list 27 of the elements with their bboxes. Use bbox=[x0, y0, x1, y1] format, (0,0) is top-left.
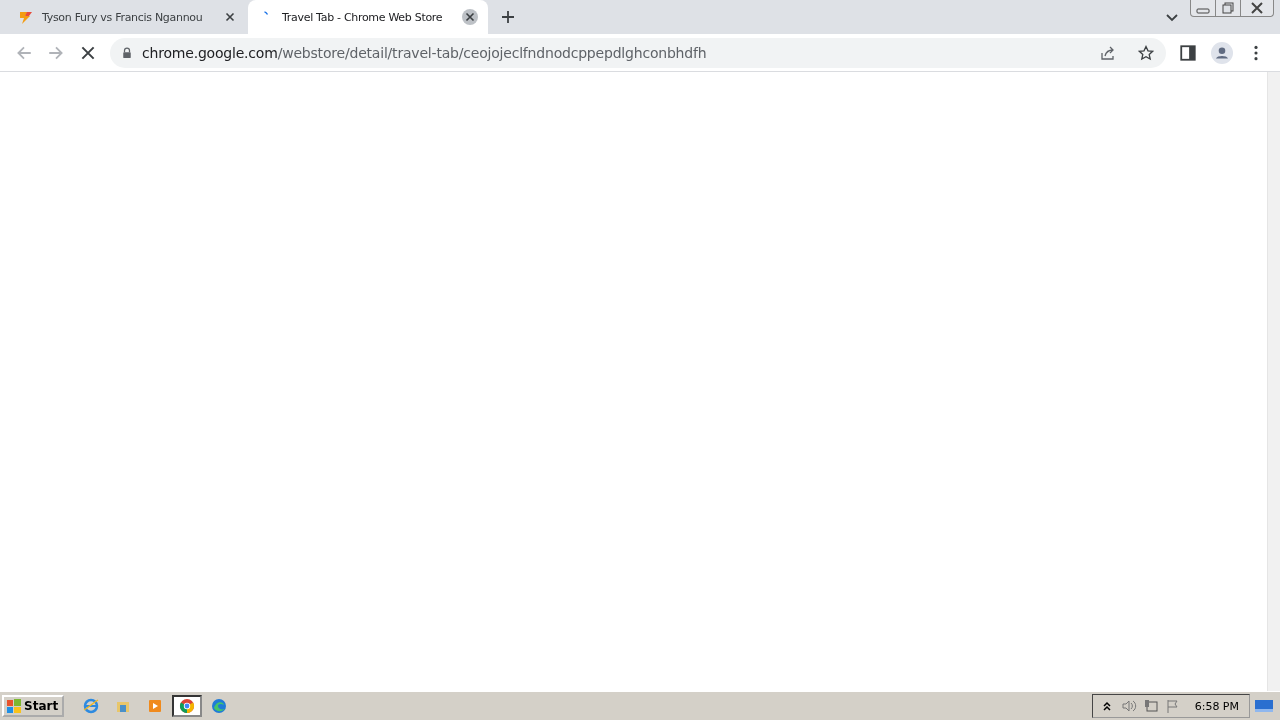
lock-icon bbox=[122, 46, 132, 59]
side-panel-icon[interactable] bbox=[1179, 43, 1197, 62]
clock: 6:58 PM bbox=[1194, 699, 1239, 713]
profile-avatar-icon[interactable] bbox=[1211, 41, 1233, 64]
edge-logo-icon bbox=[211, 698, 228, 714]
share-icon[interactable] bbox=[1100, 44, 1116, 61]
loading-spinner-icon bbox=[264, 11, 268, 15]
address-field[interactable]: chrome.google.com/webstore/detail/travel-tab/ceojojeclfndnodcppepdlghconbhdfh bbox=[110, 37, 1166, 68]
tab-title: Travel Tab - Chrome Web Store bbox=[282, 10, 444, 24]
browser-tab[interactable]: Travel Tab - Chrome Web Store bbox=[248, 0, 488, 34]
show-desktop-icon[interactable] bbox=[1254, 698, 1274, 714]
browser-tab[interactable]: Tyson Fury vs Francis Ngannou bbox=[8, 0, 248, 34]
windows-logo-icon bbox=[6, 698, 22, 714]
tab-title: Tyson Fury vs Francis Ngannou bbox=[42, 10, 204, 24]
start-button[interactable]: Start bbox=[2, 695, 65, 717]
scrollbar[interactable] bbox=[1267, 72, 1280, 691]
play-icon bbox=[147, 698, 164, 714]
star-icon[interactable] bbox=[1138, 44, 1154, 61]
site-logo-icon bbox=[18, 9, 34, 25]
taskbar-app[interactable] bbox=[172, 695, 203, 717]
network-icon[interactable] bbox=[1142, 698, 1159, 714]
browser-e-icon bbox=[83, 698, 100, 714]
url-text: chrome.google.com/webstore/detail/travel-tab/ceojojeclfndnodcppepdlghconbhdfh bbox=[142, 44, 707, 61]
speaker-icon[interactable] bbox=[1120, 698, 1137, 714]
close-icon[interactable] bbox=[462, 9, 478, 25]
chrome-logo-icon bbox=[179, 698, 196, 714]
new-tab-icon[interactable] bbox=[500, 9, 516, 25]
